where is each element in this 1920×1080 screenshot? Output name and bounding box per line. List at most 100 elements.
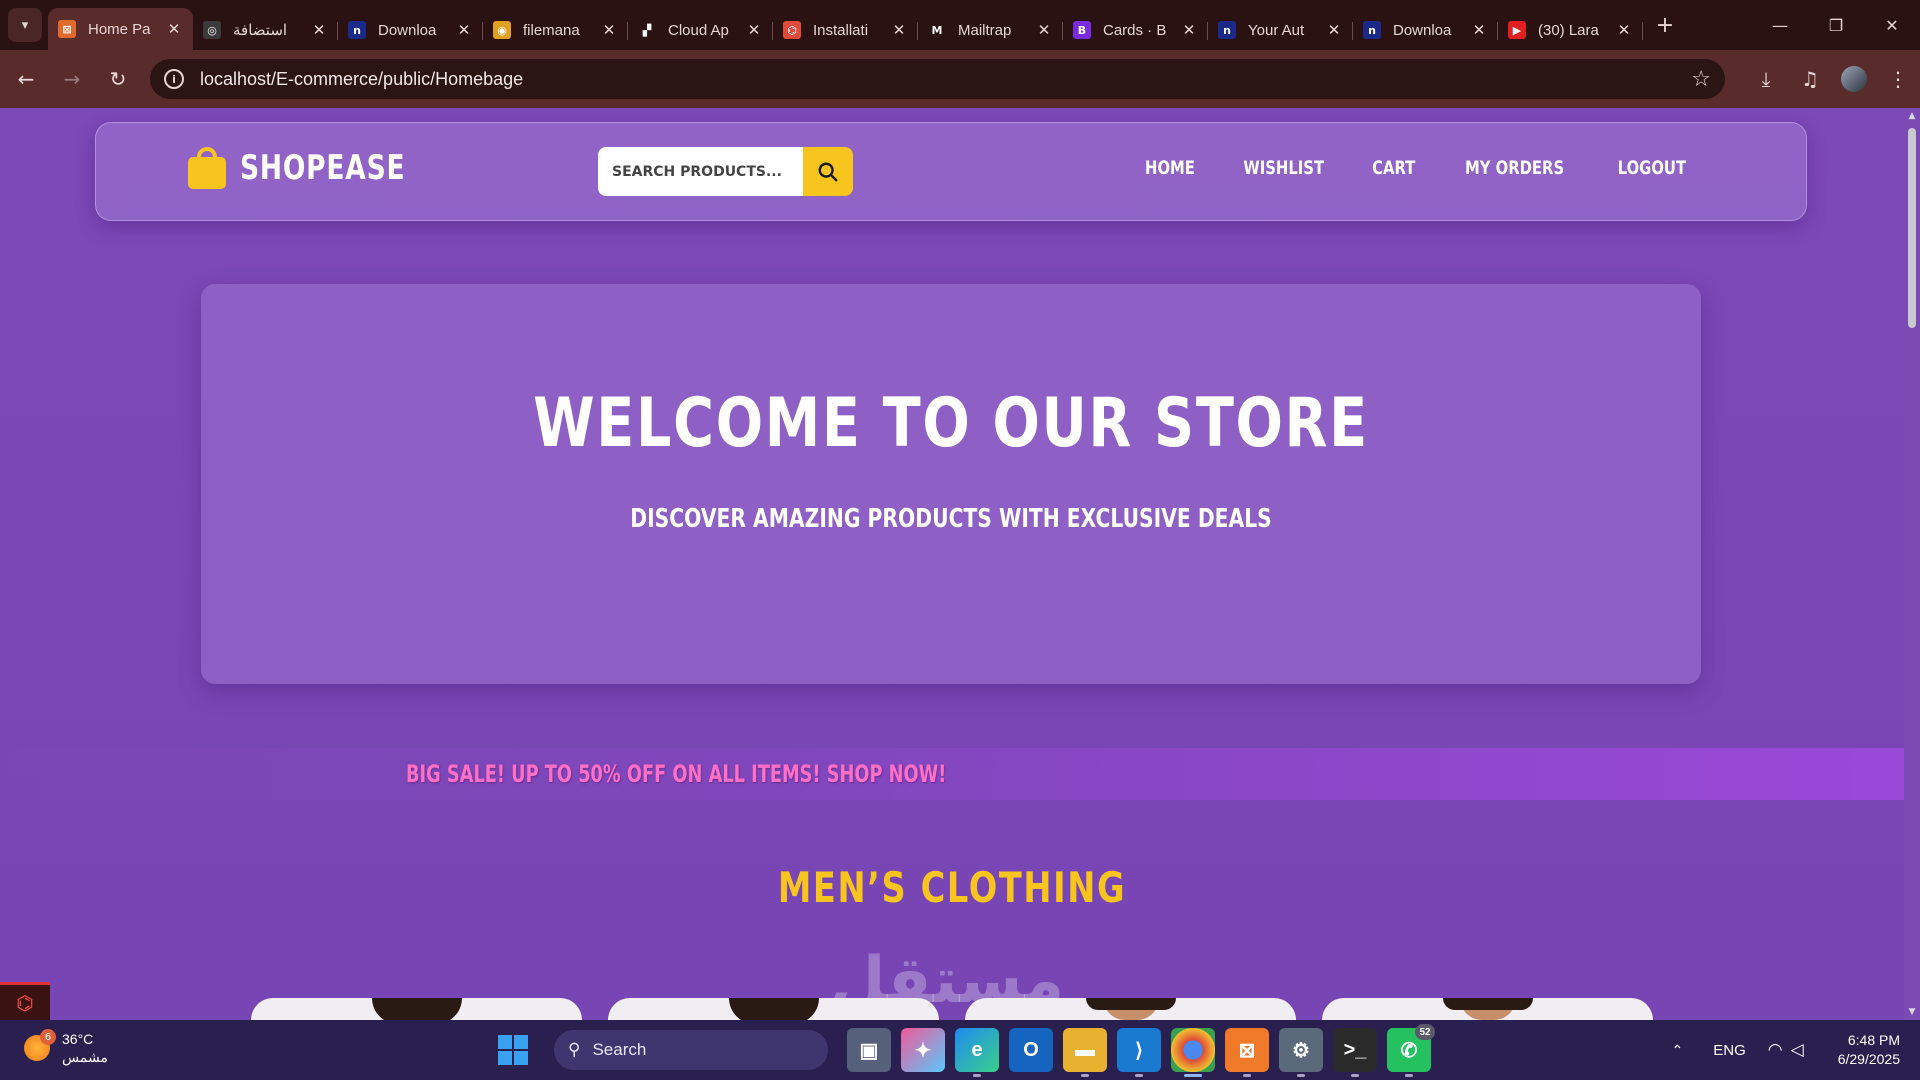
start-button[interactable] [498, 1035, 528, 1065]
close-window-button[interactable]: ✕ [1864, 0, 1920, 50]
media-control-icon[interactable]: ♫ [1788, 59, 1832, 99]
url-text[interactable]: localhost/E-commerce/public/Homebage [200, 69, 1691, 90]
back-button[interactable]: ← [6, 59, 46, 99]
scroll-up-arrow-icon[interactable]: ▲ [1907, 111, 1917, 121]
tab-close-icon[interactable]: ✕ [1035, 21, 1053, 39]
search-icon: ⚲ [568, 1040, 581, 1059]
nav-my-orders-link[interactable]: MY ORDERS [1465, 157, 1564, 179]
address-bar[interactable]: i localhost/E-commerce/public/Homebage ☆ [150, 59, 1725, 99]
tab-close-icon[interactable]: ✕ [890, 21, 908, 39]
tab-favicon-icon: n [1363, 21, 1381, 39]
taskbar-search[interactable]: ⚲ Search [554, 1030, 828, 1070]
minimize-button[interactable]: — [1752, 0, 1808, 50]
tab-title: Your Aut [1248, 21, 1305, 39]
file-explorer-icon[interactable]: ▬ [1063, 1028, 1107, 1077]
weather-badge: 6 [40, 1029, 56, 1045]
tab-close-icon[interactable]: ✕ [1325, 21, 1343, 39]
edge-browser-icon[interactable]: e [955, 1028, 999, 1077]
tab-title: Mailtrap [958, 21, 1012, 39]
wifi-volume-icons[interactable]: ◠◁ [1768, 1040, 1812, 1060]
toolbar-actions: ⤓ ♫ ⋮ [1744, 59, 1920, 99]
nav-home-link[interactable]: HOME [1145, 157, 1195, 179]
product-card[interactable] [965, 998, 1296, 1020]
browser-tab[interactable]: n Your Aut ✕ [1208, 10, 1353, 50]
product-card[interactable] [608, 998, 939, 1020]
browser-tab[interactable]: n Downloa ✕ [1353, 10, 1498, 50]
xampp-icon[interactable]: ⊠ [1225, 1028, 1269, 1077]
scrollbar-thumb[interactable] [1908, 128, 1916, 328]
nav-wishlist-link[interactable]: WISHLIST [1244, 157, 1325, 179]
browser-tab[interactable]: n Downloa ✕ [338, 10, 483, 50]
browser-tab[interactable]: ⌬ Installati ✕ [773, 10, 918, 50]
browser-menu-icon[interactable]: ⋮ [1876, 59, 1920, 99]
search-button[interactable] [803, 147, 853, 196]
tab-favicon-icon: ▞ [638, 21, 656, 39]
taskbar-search-label: Search [592, 1040, 647, 1059]
weather-widget[interactable]: 6 36°C مشمس [24, 1029, 108, 1066]
system-tray: ⌃ ENG ◠◁ 6:48 PM 6/29/2025 [1672, 1020, 1900, 1080]
show-hidden-icons-chevron-icon[interactable]: ⌃ [1672, 1042, 1684, 1059]
tab-favicon-icon: ◉ [493, 21, 511, 39]
tab-close-icon[interactable]: ✕ [165, 20, 183, 38]
tab-title: Cloud Ap [668, 21, 729, 39]
search-icon [818, 162, 838, 181]
tab-close-icon[interactable]: ✕ [745, 21, 763, 39]
product-search [598, 147, 854, 196]
download-icon[interactable]: ⤓ [1744, 59, 1788, 99]
tab-favicon-icon: ◎ [203, 21, 221, 39]
nav-cart-link[interactable]: CART [1372, 157, 1415, 179]
weather-temp: 36°C [62, 1031, 94, 1047]
clock[interactable]: 6:48 PM 6/29/2025 [1838, 1031, 1900, 1069]
site-info-icon[interactable]: i [164, 69, 184, 89]
browser-tab[interactable]: ⊠ Home Pa ✕ [48, 8, 193, 50]
reload-button[interactable]: ↻ [98, 59, 138, 99]
browser-tab[interactable]: ▶ (30) Lara ✕ [1498, 10, 1643, 50]
tab-close-icon[interactable]: ✕ [1470, 21, 1488, 39]
page-scrollbar[interactable]: ▲ ▼ [1904, 108, 1920, 1020]
main-menu: HOME WISHLIST CART MY ORDERS LOGOUT [1108, 157, 1696, 179]
laravel-debug-icon[interactable]: ⌬ [0, 982, 50, 1020]
tab-close-icon[interactable]: ✕ [310, 21, 328, 39]
tab-favicon-icon: ⊠ [58, 20, 76, 38]
bookmark-star-icon[interactable]: ☆ [1691, 67, 1711, 92]
settings-gear-icon[interactable]: ⚙ [1279, 1028, 1323, 1077]
tab-list: ⊠ Home Pa ✕ ◎ استضافة ✕ n Downloa ✕ ◉ filemana ✕ ▞ Cl… [48, 0, 1643, 50]
windows-taskbar: 6 36°C مشمس ⚲ Search ▣ ✦ e O ▬ ⟩ ⊠ ⚙ >_ ✆… [0, 1020, 1920, 1080]
new-tab-button[interactable]: + [1649, 9, 1681, 41]
brand-logo[interactable]: SHOPEASE [188, 147, 452, 189]
brand-name: SHOPEASE [240, 148, 406, 188]
copilot-icon[interactable]: ✦ [901, 1028, 945, 1072]
outlook-icon[interactable]: O [1009, 1028, 1053, 1072]
tab-title: استضافة [233, 22, 288, 39]
browser-tab[interactable]: M Mailtrap ✕ [918, 10, 1063, 50]
tab-close-icon[interactable]: ✕ [455, 21, 473, 39]
sale-banner-text: BIG SALE! UP TO 50% OFF ON ALL ITEMS! SH… [406, 760, 947, 788]
tab-title: (30) Lara [1538, 21, 1599, 39]
browser-tab[interactable]: B Cards · B ✕ [1063, 10, 1208, 50]
restore-button[interactable]: ❐ [1808, 0, 1864, 50]
hero-banner: WELCOME TO OUR STORE DISCOVER AMAZING PR… [201, 284, 1701, 684]
profile-avatar-button[interactable] [1832, 59, 1876, 99]
terminal-icon[interactable]: >_ [1333, 1028, 1377, 1077]
forward-button[interactable]: → [52, 59, 92, 99]
nav-logout-link[interactable]: LOGOUT [1618, 157, 1686, 179]
task-view-icon[interactable]: ▣ [847, 1028, 891, 1072]
tab-title: Downloa [378, 21, 437, 39]
vscode-icon[interactable]: ⟩ [1117, 1028, 1161, 1077]
browser-tab-strip: ▾ ⊠ Home Pa ✕ ◎ استضافة ✕ n Downloa ✕ ◉ filemana ✕ ▞… [0, 0, 1920, 50]
search-input[interactable] [598, 147, 803, 196]
browser-tab[interactable]: ◎ استضافة ✕ [193, 10, 338, 50]
tab-search-button[interactable]: ▾ [8, 8, 42, 42]
chrome-icon[interactable] [1171, 1028, 1215, 1077]
tab-close-icon[interactable]: ✕ [600, 21, 618, 39]
language-indicator[interactable]: ENG [1713, 1042, 1746, 1059]
product-card[interactable] [1322, 998, 1653, 1020]
tab-close-icon[interactable]: ✕ [1180, 21, 1198, 39]
tab-close-icon[interactable]: ✕ [1615, 21, 1633, 39]
scroll-down-arrow-icon[interactable]: ▼ [1907, 1007, 1917, 1017]
browser-tab[interactable]: ◉ filemana ✕ [483, 10, 628, 50]
browser-tab[interactable]: ▞ Cloud Ap ✕ [628, 10, 773, 50]
whatsapp-icon[interactable]: ✆ 52 [1387, 1024, 1435, 1077]
product-card[interactable] [251, 998, 582, 1020]
site-navbar: SHOPEASE HOME WISHLIST CART MY ORDERS LO… [95, 122, 1807, 221]
